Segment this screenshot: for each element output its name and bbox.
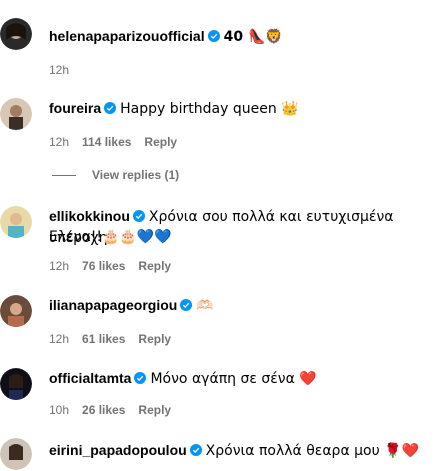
verified-icon — [104, 102, 117, 114]
timestamp: 10h — [49, 403, 70, 417]
comment-meta: 12h 61 likes Reply — [49, 331, 184, 347]
likes-count[interactable]: 61 likes — [82, 332, 125, 346]
username[interactable]: ellikokkinou — [49, 208, 130, 224]
likes-count[interactable]: 114 likes — [82, 135, 131, 149]
timestamp: 12h — [49, 135, 70, 149]
comment-line-2: Ελενα!!🎂🎂💙💙 — [49, 226, 437, 247]
comment-meta: 12h — [49, 62, 82, 78]
comment-text: 40 👠🦁 — [223, 29, 283, 45]
verified-icon — [207, 30, 220, 42]
avatar[interactable] — [0, 295, 32, 327]
reply-button[interactable]: Reply — [144, 135, 177, 149]
comment-line: foureira Happy birthday queen 👑 — [49, 98, 437, 119]
reply-button[interactable]: Reply — [138, 259, 171, 273]
avatar[interactable] — [0, 98, 32, 130]
username[interactable]: foureira — [49, 100, 101, 116]
username[interactable]: eirini_papadopoulou — [49, 442, 187, 458]
comment-text-continuation: Ελενα!!🎂🎂💙💙 — [49, 229, 172, 245]
avatar[interactable] — [0, 18, 32, 50]
reply-button[interactable]: Reply — [138, 332, 171, 346]
verified-icon — [189, 444, 202, 456]
username[interactable]: ilianapapageorgiou — [49, 297, 177, 313]
view-replies-button[interactable]: View replies (1) — [52, 168, 179, 182]
verified-icon — [134, 372, 147, 384]
comment-line: eirini_papadopoulou Χρόνια πολλά θεαρα μο… — [49, 440, 437, 461]
view-replies-label: View replies (1) — [92, 168, 180, 182]
comment-text: Happy birthday queen 👑 — [120, 101, 299, 117]
comment-line: ilianapapageorgiou 🫶🏻 — [49, 295, 437, 316]
likes-count[interactable]: 76 likes — [82, 259, 125, 273]
comment-text: Χρόνια πολλά θεαρα μου 🌹❤️ — [205, 443, 420, 459]
comment-text: Μόνο αγάπη σε σένα ❤️ — [150, 371, 317, 387]
avatar[interactable] — [0, 206, 32, 238]
likes-count[interactable]: 26 likes — [82, 403, 125, 417]
comment-meta: 10h 26 likes Reply — [49, 402, 184, 418]
comment-meta: 12h 76 likes Reply — [49, 258, 184, 274]
avatar[interactable] — [0, 368, 32, 400]
timestamp: 12h — [49, 259, 70, 273]
comment-line: helenapaparizouofficial 40 👠🦁 — [49, 26, 437, 47]
comment-meta: 12h 114 likes Reply — [49, 134, 190, 150]
timestamp: 12h — [49, 332, 70, 346]
avatar[interactable] — [0, 438, 32, 470]
reply-button[interactable]: Reply — [138, 403, 171, 417]
replies-divider — [52, 175, 76, 177]
username[interactable]: officialtamta — [49, 370, 131, 386]
comment-text: 🫶🏻 — [196, 298, 214, 314]
username[interactable]: helenapaparizouofficial — [49, 28, 205, 44]
comment-line: officialtamta Μόνο αγάπη σε σένα ❤️ — [49, 368, 437, 389]
verified-icon — [132, 210, 145, 222]
verified-icon — [180, 299, 193, 311]
timestamp: 12h — [49, 63, 70, 77]
